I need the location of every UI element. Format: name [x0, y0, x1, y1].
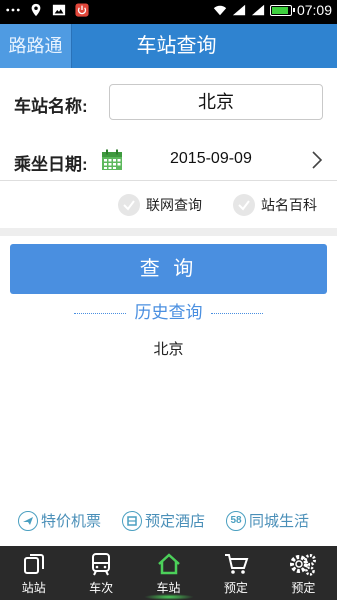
history-item[interactable]: 北京	[0, 338, 337, 359]
query-form: 车站名称: 北京 乘坐日期: 2015-09-09 联网查询 站名百科	[0, 68, 337, 228]
plane-icon	[18, 510, 38, 531]
divider	[0, 180, 337, 181]
cheap-flights-link[interactable]: 特价机票	[18, 510, 101, 531]
nav-label: 预定	[223, 581, 248, 595]
image-icon	[52, 4, 66, 16]
title-bar: 路路通 车站查询	[0, 24, 337, 68]
local-life-label: 同城生活	[249, 513, 310, 530]
cart-icon	[224, 554, 249, 574]
bottom-nav: 站站 车次 车站 预定 预定	[0, 546, 337, 600]
page-title: 车站查询	[136, 35, 217, 57]
bus-icon	[92, 553, 111, 576]
chevron-right-icon[interactable]	[310, 150, 324, 170]
brand-logo[interactable]: 路路通	[0, 24, 72, 68]
hotel-icon	[122, 510, 142, 531]
station-row: 车站名称: 北京	[0, 82, 337, 122]
nav-train-number[interactable]: 车次	[67, 546, 134, 600]
station-input[interactable]: 北京	[109, 84, 323, 120]
nav-label: 站站	[21, 581, 46, 595]
nav-booking[interactable]: 预定	[202, 546, 269, 600]
history-title: 历史查询	[134, 303, 203, 322]
gear-icon	[290, 554, 317, 576]
nav-label: 预定	[291, 581, 316, 595]
status-bar: 07:09	[0, 0, 337, 24]
section-divider	[0, 228, 337, 236]
power-icon	[75, 3, 89, 17]
date-value[interactable]: 2015-09-09	[170, 150, 252, 168]
active-indicator	[143, 594, 194, 600]
nav-station[interactable]: 车站	[135, 546, 202, 600]
check-icon	[233, 194, 255, 216]
home-icon	[157, 553, 180, 575]
58-icon: 58	[226, 510, 246, 531]
date-row[interactable]: 乘坐日期: 2015-09-09	[0, 140, 337, 180]
wifi-icon	[213, 5, 227, 16]
nav-label: 车次	[89, 581, 114, 595]
divider	[211, 313, 263, 314]
divider	[74, 313, 126, 314]
history-header: 历史查询	[0, 300, 337, 326]
cheap-flights-label: 特价机票	[41, 513, 102, 530]
query-button[interactable]: 查 询	[10, 244, 327, 294]
station-wiki-checkbox[interactable]: 站名百科	[233, 194, 317, 216]
calendar-icon[interactable]	[101, 149, 123, 171]
promo-links: 特价机票 预定酒店 58 同城生活	[0, 508, 337, 538]
location-icon	[31, 3, 41, 17]
signal-icon	[251, 4, 265, 16]
copy-icon	[23, 554, 44, 574]
online-query-label: 联网查询	[146, 197, 202, 213]
online-query-checkbox[interactable]: 联网查询	[118, 194, 202, 216]
date-label: 乘坐日期:	[14, 155, 88, 174]
book-hotel-link[interactable]: 预定酒店	[122, 510, 205, 531]
more-icon	[6, 8, 20, 12]
local-life-link[interactable]: 58 同城生活	[226, 510, 309, 531]
nav-booking-settings[interactable]: 预定	[270, 546, 337, 600]
book-hotel-label: 预定酒店	[145, 513, 206, 530]
station-wiki-label: 站名百科	[261, 197, 317, 213]
options-row: 联网查询 站名百科	[0, 190, 337, 222]
clock: 07:09	[296, 2, 332, 18]
station-label: 车站名称:	[14, 97, 88, 116]
nav-station-to-station[interactable]: 站站	[0, 546, 67, 600]
check-icon	[118, 194, 140, 216]
signal-icon	[232, 4, 246, 16]
battery-icon	[269, 4, 295, 16]
